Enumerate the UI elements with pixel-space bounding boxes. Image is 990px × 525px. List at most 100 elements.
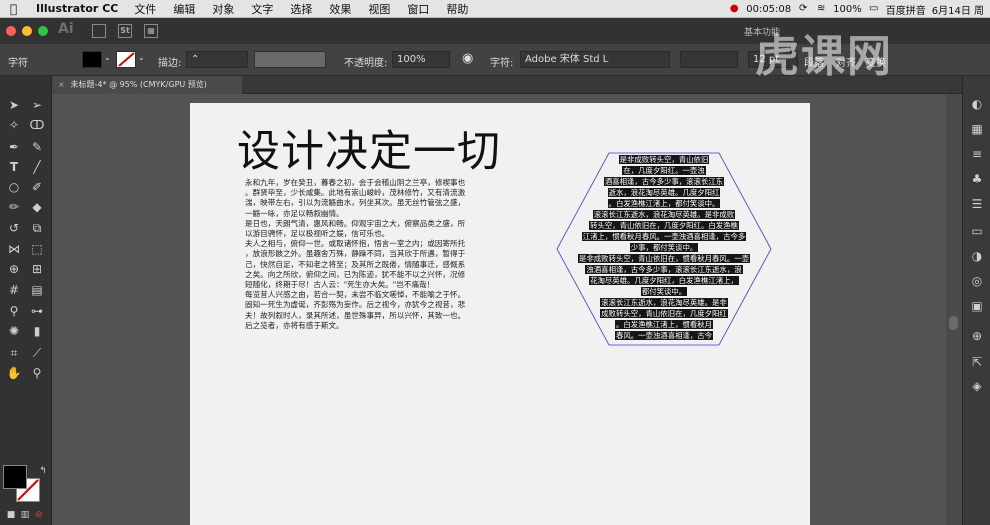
direct-selection-tool-icon[interactable]: ➢ (28, 96, 46, 114)
bridge-icon[interactable] (92, 24, 106, 38)
export-panel-icon[interactable]: ⇱ (969, 354, 985, 370)
eraser-icon[interactable]: ◆ (28, 198, 46, 216)
layers-panel-icon[interactable]: ◈ (969, 378, 985, 394)
app-menu[interactable]: Illustrator CC (36, 2, 118, 15)
battery-icon[interactable]: ▭ (868, 3, 880, 15)
menu-select[interactable]: 选择 (290, 1, 312, 17)
menu-view[interactable]: 视图 (368, 1, 390, 17)
selected-text-highlight: 酒喜相逢，古今多少事，滚滚长江东 (603, 177, 725, 186)
stroke-panel-icon[interactable]: ☰ (969, 196, 985, 212)
date-readout[interactable]: 6月14日 周 (932, 2, 984, 17)
hexagon-text-frame[interactable]: 是非成败转头空，青山依旧 在，几度夕阳红。一壶浊 酒喜相逢，古今多少事，滚滚长江东逝… (555, 151, 773, 347)
magic-wand-icon[interactable]: ✧ (5, 116, 23, 134)
symbol-sprayer-icon[interactable]: ✺ (5, 322, 23, 340)
slice-tool-icon[interactable]: ⟋ (28, 344, 46, 362)
eyedropper-icon[interactable]: ⚲ (5, 302, 23, 320)
menu-help[interactable]: 帮助 (446, 1, 468, 17)
stock-icon[interactable]: St (118, 24, 132, 38)
body-text-line: 短随化，终期于尽！古人云："死生亦大矣。"岂不痛哉！ (245, 280, 435, 290)
hex-text-line: 滚滚长江东逝水，浪花淘尽英雄。是非成败 (555, 210, 773, 220)
ai-logo: Ai (58, 21, 74, 37)
gradient-tool-icon[interactable]: ▤ (28, 281, 46, 299)
input-method[interactable]: 百度拼音 (886, 2, 926, 17)
curvature-tool-icon[interactable]: ✎ (28, 138, 46, 156)
menu-window[interactable]: 窗口 (407, 1, 429, 17)
wifi-icon[interactable]: ≋ (815, 3, 827, 15)
free-transform-icon[interactable]: ⬚ (28, 240, 46, 258)
mesh-tool-icon[interactable]: # (5, 281, 23, 299)
headline-text[interactable]: 设计决定一切 (237, 117, 501, 179)
font-style-field[interactable] (680, 51, 738, 68)
fill-dropdown-icon[interactable]: ⌄ (104, 53, 111, 62)
transparency-panel-icon[interactable]: ◑ (969, 248, 985, 264)
layout-icon[interactable]: ▦ (144, 24, 158, 38)
gradient-panel-icon[interactable]: ▭ (969, 223, 985, 239)
align-panel-icon[interactable]: ⊕ (969, 328, 985, 344)
body-text-frame[interactable]: 永和九年，岁在癸丑，暮春之初，会于会稽山阴之兰亭，修禊事也 。群贤毕至，少长咸集。… (245, 178, 515, 331)
apple-menu-icon[interactable]:  (10, 2, 22, 16)
paintbrush-icon[interactable]: ✐ (28, 178, 46, 196)
lasso-icon[interactable]: ↀ (28, 116, 46, 134)
selected-text-highlight: 。白发渔樵江渚上，惯看秋月 (614, 320, 714, 329)
swap-colors-icon[interactable]: ↰ (34, 462, 52, 480)
pencil-tool-icon[interactable]: ✏ (5, 198, 23, 216)
swatches-panel-icon[interactable]: ▦ (969, 121, 985, 137)
font-family-field[interactable]: Adobe 宋体 Std L (520, 51, 670, 68)
stroke-dropdown-icon[interactable]: ⌄ (138, 53, 145, 62)
width-tool-icon[interactable]: ⋈ (5, 240, 23, 258)
vertical-scrollbar[interactable] (946, 94, 962, 525)
blend-tool-icon[interactable]: ⊶ (28, 302, 46, 320)
record-icon[interactable]: ● (728, 3, 740, 15)
hex-text-line: 在，几度夕阳红。一壶浊 (555, 166, 773, 176)
menu-file[interactable]: 文件 (134, 1, 156, 17)
type-tool-icon[interactable]: T (5, 158, 23, 176)
recolor-icon[interactable]: ◉ (462, 51, 473, 66)
battery-percent[interactable]: 100% (833, 4, 862, 15)
menu-edit[interactable]: 编辑 (173, 1, 195, 17)
fill-color-box[interactable] (3, 465, 27, 489)
selected-text-highlight: 滚滚长江东逝水，浪花淘尽英雄。是非成败 (592, 210, 736, 219)
scrollbar-thumb[interactable] (949, 316, 958, 330)
panel-dock: ◐ ▦ ≡ ♣ ☰ ▭ ◑ ◎ ▣ ⊕ ⇱ ◈ (962, 76, 990, 525)
body-text-line: 后之览者，亦将有感于斯文。 (245, 320, 344, 330)
stroke-weight-field[interactable]: ⌃ (186, 51, 248, 68)
selected-text-highlight: 转头空，青山依旧在，几度夕阳红。白发渔樵 (589, 221, 739, 230)
appearance-panel-icon[interactable]: ◎ (969, 273, 985, 289)
selection-tool-icon[interactable]: ➤ (5, 96, 23, 114)
brushes-panel-icon[interactable]: ≡ (969, 146, 985, 162)
ellipse-tool-icon[interactable]: ○ (5, 178, 23, 196)
menu-type[interactable]: 文字 (251, 1, 273, 17)
hand-tool-icon[interactable]: ✋ (5, 364, 23, 382)
rotate-tool-icon[interactable]: ↺ (5, 219, 23, 237)
artboard-tool-icon[interactable]: ⌗ (5, 344, 23, 362)
clock-readout[interactable]: 00:05:08 (746, 4, 791, 15)
none-mode-icon[interactable]: ⊘ (30, 506, 48, 524)
sync-icon[interactable]: ⟳ (797, 3, 809, 15)
body-text-line: ，放浪形骸之外。虽趣舍万殊，静躁不同，当其欣于所遇，暂得于 (245, 249, 466, 259)
column-graph-icon[interactable]: ▮ (28, 322, 46, 340)
close-window-button[interactable] (6, 26, 16, 36)
perspective-grid-icon[interactable]: ⊞ (28, 260, 46, 278)
stroke-label: 描边: (158, 58, 182, 69)
zoom-tool-icon[interactable]: ⚲ (28, 364, 46, 382)
scale-tool-icon[interactable]: ⧉ (28, 219, 46, 237)
fill-color-swatch[interactable] (82, 51, 102, 68)
variable-width-profile[interactable] (254, 51, 326, 68)
minimize-window-button[interactable] (22, 26, 32, 36)
close-tab-icon[interactable]: × (58, 76, 68, 94)
zoom-window-button[interactable] (38, 26, 48, 36)
stroke-color-swatch[interactable] (116, 51, 136, 68)
hex-text-line: 是非成败转头空，青山依旧在，惯看秋月春风。一壶 (555, 254, 773, 264)
shape-builder-icon[interactable]: ⊕ (5, 260, 23, 278)
opacity-field[interactable]: 100% (392, 51, 450, 68)
symbols-panel-icon[interactable]: ♣ (969, 171, 985, 187)
pen-tool-icon[interactable]: ✒ (5, 138, 23, 156)
body-text-line: 夫人之相与，俯仰一世。或取诸怀抱，悟言一室之内；或因寄所托 (245, 239, 466, 249)
color-panel-icon[interactable]: ◐ (969, 96, 985, 112)
graphic-styles-icon[interactable]: ▣ (969, 298, 985, 314)
document-tab[interactable]: × 未标题-4* @ 95% (CMYK/GPU 预览) (52, 76, 242, 94)
menu-object[interactable]: 对象 (212, 1, 234, 17)
body-text-line: 永和九年，岁在癸丑，暮春之初，会于会稽山阴之兰亭，修禊事也 (245, 178, 466, 187)
line-tool-icon[interactable]: ╱ (28, 158, 46, 176)
menu-effect[interactable]: 效果 (329, 1, 351, 17)
